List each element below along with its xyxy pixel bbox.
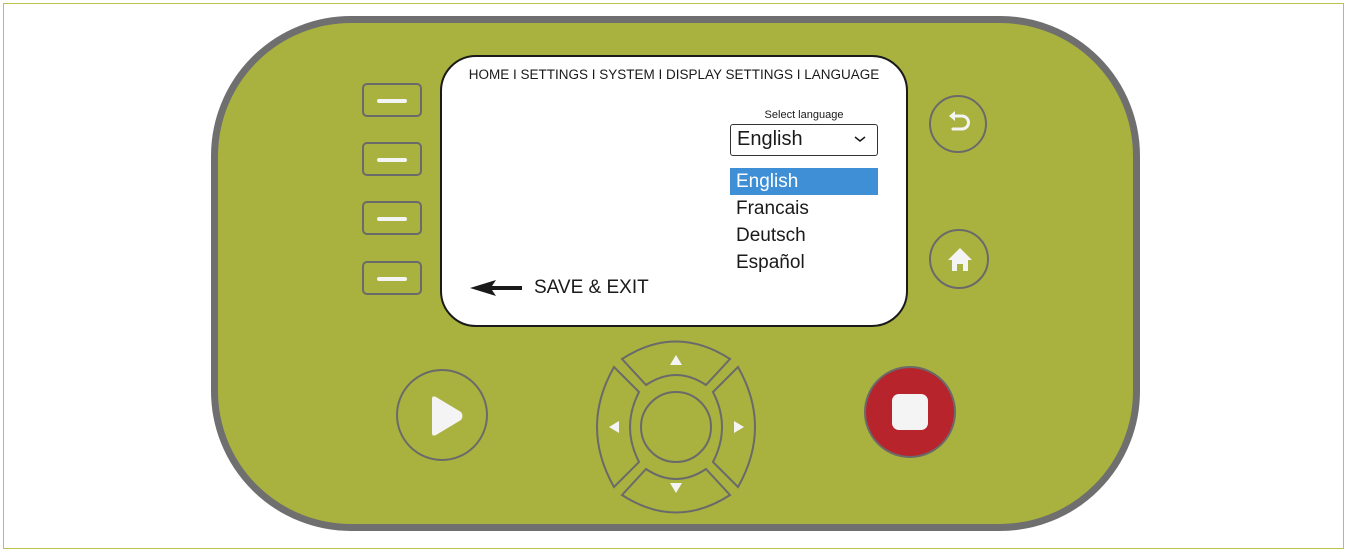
option-english[interactable]: English: [730, 168, 878, 195]
option-deutsch[interactable]: Deutsch: [730, 222, 878, 249]
dash-icon: [377, 158, 407, 162]
home-button[interactable]: [929, 229, 989, 289]
back-button[interactable]: [929, 95, 987, 153]
stop-button[interactable]: [864, 366, 956, 458]
dpad: [596, 340, 756, 514]
soft-key-4[interactable]: [362, 261, 422, 295]
arrow-left-icon: [470, 280, 522, 296]
dash-icon: [377, 99, 407, 103]
breadcrumb: HOME I SETTINGS I SYSTEM I DISPLAY SETTI…: [468, 67, 880, 82]
save-exit-label: SAVE & EXIT: [534, 277, 649, 298]
select-language-label: Select language: [764, 109, 844, 121]
dash-icon: [377, 277, 407, 281]
language-select[interactable]: English: [730, 124, 878, 156]
back-arrow-icon: [949, 111, 970, 131]
dash-icon: [377, 217, 407, 221]
play-button[interactable]: [396, 369, 488, 461]
soft-key-1[interactable]: [362, 83, 422, 117]
save-exit: SAVE & EXIT: [470, 277, 649, 299]
language-options-list: English Francais Deutsch Español: [730, 168, 878, 282]
stop-icon: [892, 394, 928, 430]
soft-key-3[interactable]: [362, 201, 422, 235]
select-value: English: [737, 128, 803, 150]
dpad-center-button[interactable]: [640, 391, 712, 463]
home-icon: [948, 248, 972, 271]
play-icon: [432, 396, 463, 436]
chevron-down-icon: [854, 136, 866, 142]
option-espanol[interactable]: Español: [730, 249, 878, 276]
soft-key-2[interactable]: [362, 142, 422, 176]
option-francais[interactable]: Francais: [730, 195, 878, 222]
